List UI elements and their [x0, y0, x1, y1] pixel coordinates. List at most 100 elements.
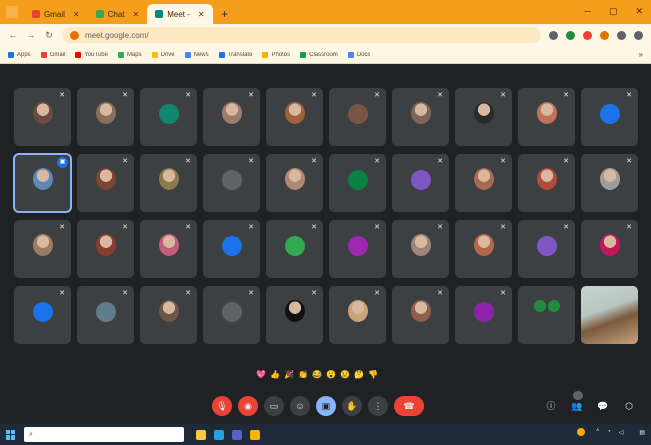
close-tab-icon[interactable]: ✕ [198, 10, 205, 19]
participant-tile[interactable]: ✕ [392, 220, 449, 278]
site-info-icon[interactable] [70, 30, 79, 40]
close-window-icon[interactable]: ✕ [635, 6, 643, 17]
store-icon[interactable] [232, 429, 242, 440]
participant-tile[interactable]: ✕ [392, 286, 449, 344]
edge-icon[interactable] [214, 429, 224, 440]
participant-tile[interactable]: ✕ [14, 220, 71, 278]
participant-tile[interactable]: ✕ [455, 286, 512, 344]
more-options-button[interactable]: ⋮ [368, 396, 388, 416]
participant-tile[interactable]: ✕ [203, 88, 260, 146]
bookmark-item[interactable]: YouTube [75, 51, 108, 58]
participant-tile[interactable]: ✕ [518, 154, 575, 212]
participant-tile[interactable]: ✕ [203, 286, 260, 344]
back-icon[interactable]: ← [8, 30, 18, 40]
bookmark-item[interactable]: Photos [262, 51, 290, 58]
participant-tile[interactable]: ✕ [329, 286, 386, 344]
participant-tile[interactable]: ✕ [455, 88, 512, 146]
reaction-emoji-button[interactable]: 🤔 [354, 370, 364, 380]
participant-tile[interactable]: ✕ [77, 154, 134, 212]
star-icon[interactable] [549, 30, 558, 40]
wifi-icon[interactable]: ◔ [607, 429, 611, 435]
participant-tile[interactable]: ✕ [266, 286, 323, 344]
participant-tile[interactable]: ✕ [203, 154, 260, 212]
bookmark-item[interactable]: Gmail [40, 51, 65, 58]
chrome-icon[interactable] [250, 429, 260, 440]
reaction-emoji-button[interactable]: 😮 [326, 370, 336, 380]
reaction-emoji-button[interactable]: 💖 [256, 370, 266, 380]
end-call-button[interactable]: ☎ [394, 396, 424, 416]
file-explorer-icon[interactable] [196, 429, 206, 440]
participant-tile[interactable]: ✕ [140, 220, 197, 278]
raise-hand-button[interactable]: ✋ [342, 396, 362, 416]
participant-tile[interactable]: ✕ [14, 286, 71, 344]
meeting-details-button[interactable]: ⓘ [545, 400, 557, 412]
maximize-icon[interactable]: ▢ [609, 6, 618, 17]
omnibox[interactable]: meet.google.com/ [62, 27, 541, 43]
participant-tile[interactable]: ✕ [140, 154, 197, 212]
participant-tile[interactable]: ✕ [455, 154, 512, 212]
participant-tile[interactable]: ✕ [14, 88, 71, 146]
reactions-button[interactable]: ☺ [290, 396, 310, 416]
participant-tile[interactable]: ✕ [581, 220, 638, 278]
window-menu-icon[interactable] [6, 6, 18, 18]
participant-tile[interactable]: ✕ [518, 220, 575, 278]
bookmark-item[interactable]: Apps [8, 51, 31, 58]
participant-tile[interactable]: ✕ [329, 154, 386, 212]
bookmarks-overflow-button[interactable]: » [639, 50, 643, 59]
chevron-up-icon[interactable]: ^ [596, 429, 599, 435]
close-tab-icon[interactable]: ✕ [73, 10, 80, 19]
new-tab-button[interactable]: + [217, 6, 233, 22]
participant-tile[interactable]: ▣ [13, 153, 72, 213]
participant-tile[interactable]: ✕ [266, 88, 323, 146]
bookmark-item[interactable]: Translate [218, 51, 252, 58]
bookmark-item[interactable]: News [184, 51, 209, 58]
notifications-icon[interactable]: ▤ [639, 429, 645, 436]
activities-button[interactable]: ⬡ [623, 400, 635, 412]
present-screen-button[interactable]: ▣ [316, 396, 336, 416]
participant-tile[interactable] [581, 286, 638, 344]
participant-tile[interactable]: ✕ [203, 220, 260, 278]
weather-widget[interactable] [577, 428, 588, 436]
reaction-emoji-button[interactable]: 🎉 [284, 370, 294, 380]
camera-toggle-button[interactable]: ◉ [238, 396, 258, 416]
extension-icon[interactable] [566, 30, 575, 40]
participant-tile[interactable]: ✕ [77, 88, 134, 146]
reaction-emoji-button[interactable]: 😂 [312, 370, 322, 380]
profile-icon[interactable] [617, 30, 626, 40]
browser-tab[interactable]: Gmail ✕ [24, 4, 88, 24]
participant-tile[interactable]: ✕ [140, 88, 197, 146]
microphone-toggle-button[interactable]: 🎙 [212, 396, 232, 416]
people-button[interactable]: 👥 [571, 391, 583, 412]
browser-tab[interactable]: Chat ✕ [88, 4, 148, 24]
participant-tile[interactable]: ✕ [518, 88, 575, 146]
taskbar-search-box[interactable]: ⌕ [24, 427, 184, 442]
participant-tile[interactable]: ✕ [392, 154, 449, 212]
participant-tile[interactable]: ✕ [266, 154, 323, 212]
reaction-emoji-button[interactable]: 👎 [368, 370, 378, 380]
participant-tile[interactable]: ✕ [77, 220, 134, 278]
participant-tile[interactable]: ✕ [77, 286, 134, 344]
participant-tile[interactable]: ✕ [329, 88, 386, 146]
menu-icon[interactable] [634, 30, 643, 40]
forward-icon[interactable]: → [26, 30, 36, 40]
reaction-emoji-button[interactable]: 😢 [340, 370, 350, 380]
bookmark-item[interactable]: Maps [117, 51, 142, 58]
participant-tile[interactable]: ✕ [455, 220, 512, 278]
volume-icon[interactable]: ◁ [619, 429, 624, 436]
minimize-icon[interactable]: ─ [585, 6, 591, 17]
captions-button[interactable]: ▭ [264, 396, 284, 416]
participant-tile[interactable]: ✕ [392, 88, 449, 146]
participant-tile[interactable] [518, 286, 575, 344]
bookmark-item[interactable]: Classroom [300, 51, 338, 58]
participant-tile[interactable]: ✕ [581, 88, 638, 146]
participant-tile[interactable]: ✕ [140, 286, 197, 344]
bookmark-item[interactable]: Drive [151, 51, 175, 58]
participant-tile[interactable]: ✕ [581, 154, 638, 212]
bookmark-item[interactable]: Docs [347, 51, 370, 58]
browser-tab-active[interactable]: Meet - ✕ [147, 4, 213, 24]
participant-tile[interactable]: ✕ [329, 220, 386, 278]
reaction-emoji-button[interactable]: 👍 [270, 370, 280, 380]
reload-icon[interactable]: ↻ [44, 30, 54, 41]
extension-icon[interactable] [600, 30, 609, 40]
participant-tile[interactable]: ✕ [266, 220, 323, 278]
